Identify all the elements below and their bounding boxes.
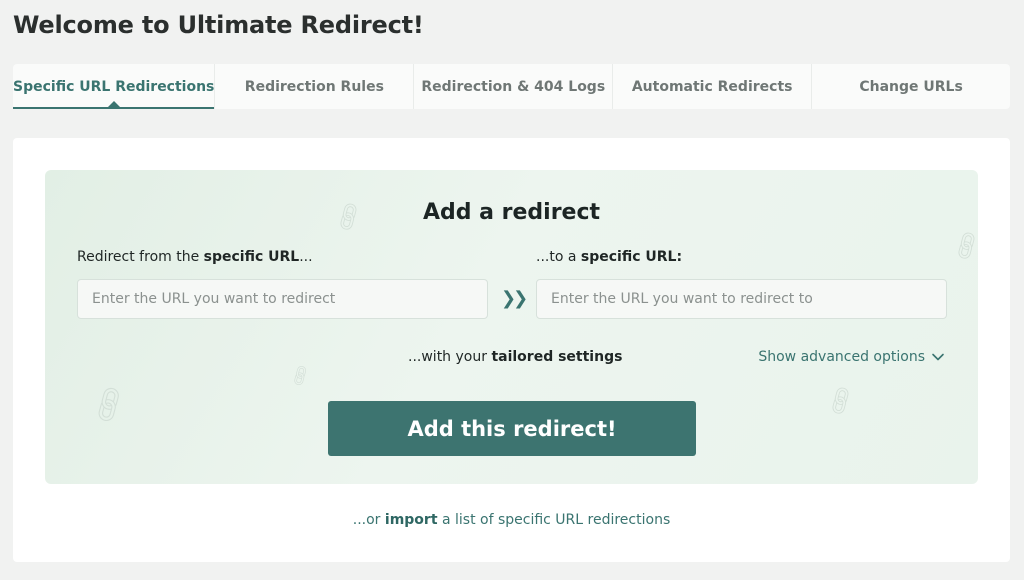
link-icon: 🔗︎: [948, 228, 978, 265]
show-advanced-options-link[interactable]: Show advanced options: [758, 349, 945, 365]
double-chevron-right-icon: ❯❯: [501, 288, 528, 309]
link-icon: 🔗︎: [286, 362, 314, 389]
add-redirect-panel: 🔗︎ 🔗︎ 🔗︎ 🔗︎ 🔗︎ Add a redirect Redirect f…: [45, 170, 978, 484]
from-url-label: Redirect from the specific URL...: [77, 249, 313, 265]
tab-redirection-404-logs[interactable]: Redirection & 404 Logs: [414, 64, 614, 109]
redirect-card: 🔗︎ 🔗︎ 🔗︎ 🔗︎ 🔗︎ Add a redirect Redirect f…: [13, 138, 1010, 562]
tab-redirection-rules[interactable]: Redirection Rules: [215, 64, 415, 109]
panel-title: Add a redirect: [422, 200, 601, 225]
tab-automatic-redirects[interactable]: Automatic Redirects: [613, 64, 813, 109]
advanced-options-label: Show advanced options: [758, 349, 925, 365]
page-title: Welcome to Ultimate Redirect!: [13, 11, 424, 39]
link-icon: 🔗︎: [85, 381, 133, 428]
link-icon: 🔗︎: [822, 383, 860, 420]
chevron-down-icon: [932, 353, 944, 361]
import-link[interactable]: import: [385, 512, 438, 528]
import-line: ...or import a list of specific URL redi…: [352, 512, 671, 528]
tab-specific-url-redirections[interactable]: Specific URL Redirections: [13, 64, 216, 109]
to-url-input[interactable]: [536, 279, 947, 319]
tab-bar: Specific URL Redirections Redirection Ru…: [13, 64, 1010, 109]
tailored-settings-text: ...with your tailored settings: [408, 349, 623, 365]
to-url-label: ...to a specific URL:: [536, 249, 683, 265]
from-url-input[interactable]: [77, 279, 488, 319]
add-redirect-button[interactable]: Add this redirect!: [328, 401, 696, 456]
tab-change-urls[interactable]: Change URLs: [812, 64, 1010, 109]
